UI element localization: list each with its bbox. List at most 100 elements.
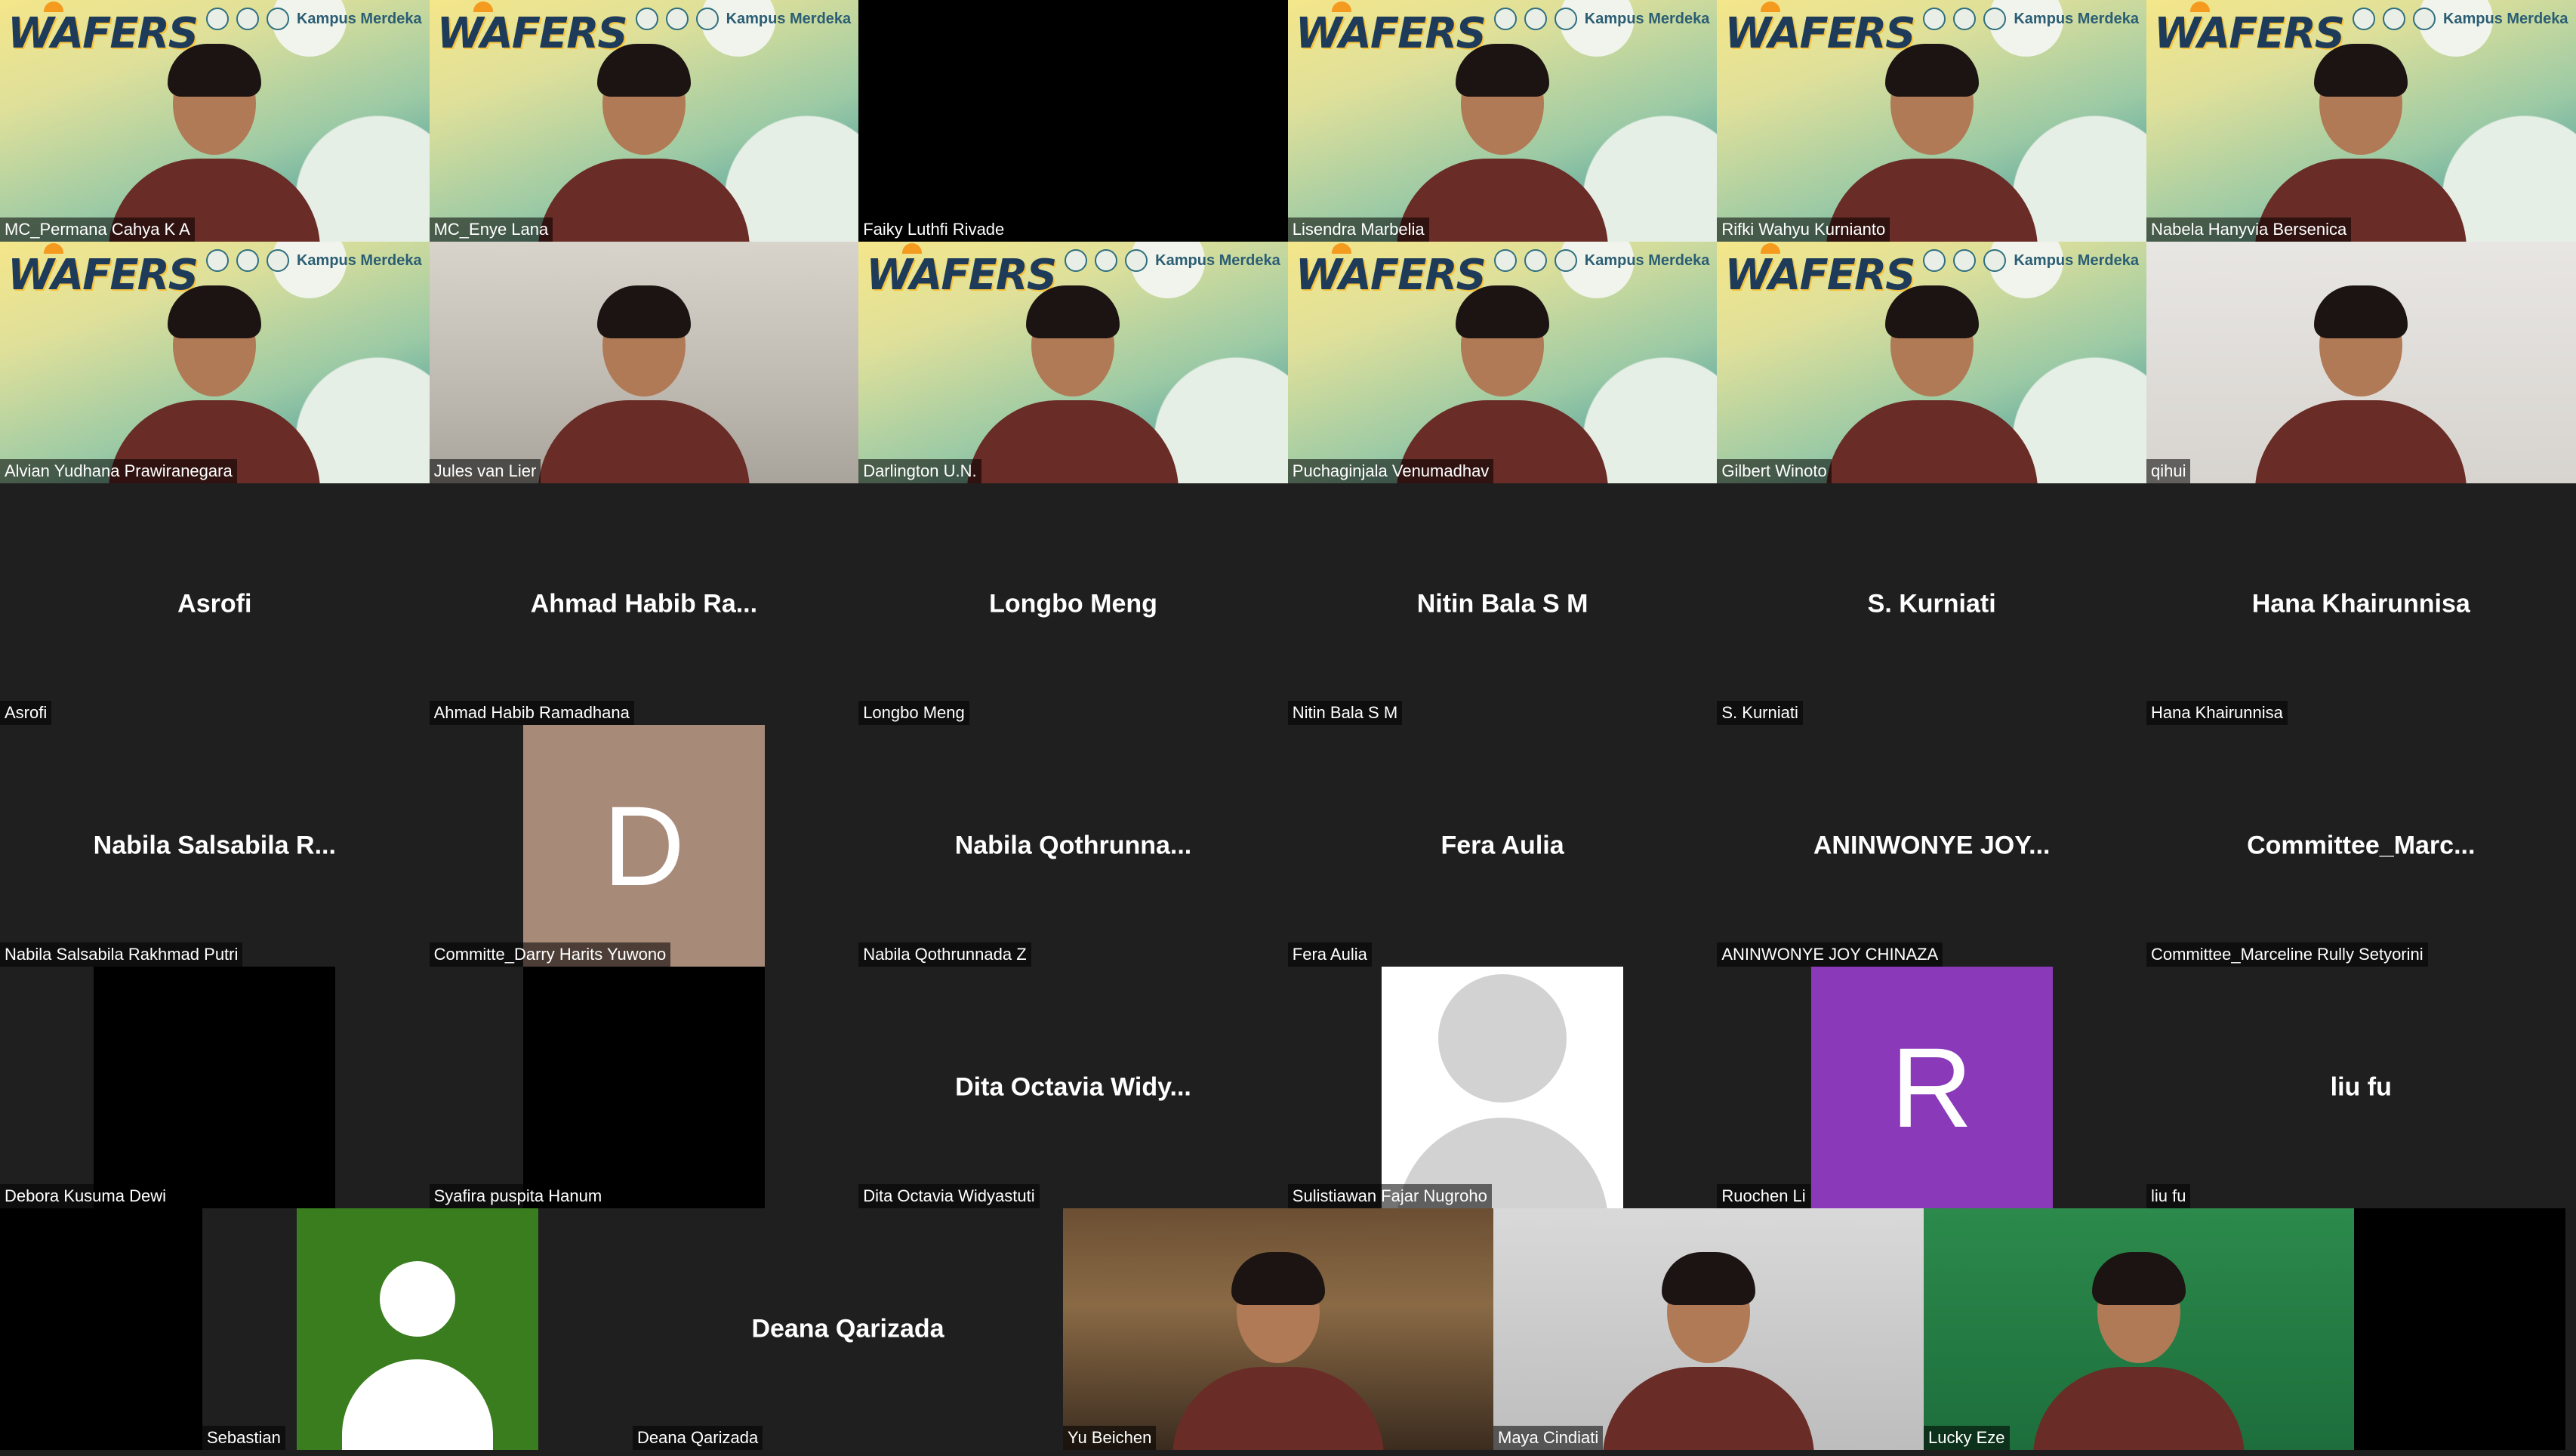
participant-row: WAFERS Kampus Merdeka MC_Permana Cahya K A… [0,0,2576,242]
avatar-head [380,1261,455,1337]
participant-video [101,30,328,242]
participant-name-label: Nitin Bala S M [1287,701,1403,725]
display-name: Deana Qarizada [751,1314,944,1343]
participant-tile[interactable]: ANINWONYE JOY... ANINWONYE JOY CHINAZA [1717,725,2146,967]
participant-tile[interactable]: Debora Kusuma Dewi [0,967,430,1208]
participant-tile[interactable]: Hana Khairunnisa Hana Khairunnisa [2146,483,2576,725]
participant-tile[interactable]: Longbo Meng Longbo Meng [858,483,1288,725]
participant-name-label: qihui [2146,459,2191,483]
participant-name-label: Longbo Meng [858,701,969,725]
participant-tile[interactable]: Nabila Salsabila R... Nabila Salsabila Ra… [0,725,430,967]
participant-tile[interactable]: Nitin Bala S M Nitin Bala S M [1287,483,1718,725]
sponsor-strip: Kampus Merdeka [1923,8,2139,30]
sponsor-logo-icon [266,249,289,272]
participant-tile[interactable]: D Committe_Darry Harits Yuwono [429,725,859,967]
participant-name-label: Debora Kusuma Dewi [0,1184,171,1208]
participant-name-label: Committe_Darry Harits Yuwono [429,942,671,967]
participant-tile[interactable]: qihui [2146,242,2576,483]
person-hair [2314,44,2408,97]
participant-tile[interactable]: Faiky Luthfi Rivade [858,0,1288,242]
participant-name-label: Alvian Yudhana Prawiranegara [0,459,237,483]
participant-tile[interactable]: Syafira puspita Hanum [429,967,859,1208]
sponsor-logo-icon [205,249,229,272]
sponsor-logo-icon [1065,249,1088,272]
participant-name-label: Ruochen Li [1717,1184,1810,1208]
participant-name-label: Syafira puspita Hanum [429,1184,607,1208]
sponsor-strip: Kampus Merdeka [2352,8,2568,30]
participant-tile[interactable]: Dita Octavia Widy... Dita Octavia Widyast… [858,967,1288,1208]
participant-name-label: Sebastian [202,1426,285,1450]
sponsor-logo-icon [1493,8,1517,30]
participant-name-label: Puchaginjala Venumadhav [1287,459,1494,483]
sponsor-logo-icon [1923,249,1946,272]
participant-video [1819,30,2045,242]
participant-name-label: Rifki Wahyu Kurnianto [1717,217,1890,242]
participant-tile[interactable]: Sulistiawan Fajar Nugroho [1287,967,1718,1208]
participant-tile[interactable]: WAFERS Kampus Merdeka Darlington U.N. [858,242,1288,483]
sponsor-logo-icon [665,8,689,30]
participant-tile[interactable]: WAFERS Kampus Merdeka Nabela Hanyvia Berse… [2146,0,2576,242]
participant-tile[interactable]: WAFERS Kampus Merdeka Rifki Wahyu Kurniant… [1717,0,2146,242]
participant-tile[interactable]: Ahmad Habib Ra... Ahmad Habib Ramadhana [429,483,859,725]
sponsor-strip: Kampus Merdeka [1493,8,1710,30]
display-name: Hana Khairunnisa [2251,589,2470,618]
participant-tile[interactable]: liu fu liu fu [2146,967,2576,1208]
participant-tile[interactable]: Lucky Eze [1924,1208,2354,1450]
sponsor-logo-icon [1554,249,1577,272]
person-body [967,400,1179,483]
sponsor-text: Kampus Merdeka [1584,10,1710,27]
sponsor-strip: Kampus Merdeka [205,249,422,272]
sponsor-text: Kampus Merdeka [2014,251,2139,269]
participant-tile[interactable]: Fera Aulia Fera Aulia [1287,725,1718,967]
participant-row: Sebastian Deana Qarizada Deana Qarizada Yu … [0,1208,2576,1450]
participant-tile[interactable]: WAFERS Kampus Merdeka MC_Permana Cahya K A [0,0,430,242]
participant-video [531,272,757,483]
participant-tile[interactable]: Nabila Qothrunna... Nabila Qothrunnada Z [858,725,1288,967]
participant-tile[interactable]: Jules van Lier [429,242,859,483]
person-hair [1884,44,1979,97]
person-hair [596,44,691,97]
person-body [1603,1367,1814,1450]
participant-name-label: Dita Octavia Widyastuti [858,1184,1040,1208]
participant-name-label: liu fu [2146,1184,2191,1208]
sponsor-logo-icon [1125,249,1148,272]
participant-name-label: Committee_Marceline Rully Setyorini [2146,942,2428,967]
display-name: Longbo Meng [989,589,1157,618]
display-name: Nabila Qothrunna... [954,831,1192,860]
sponsor-text: Kampus Merdeka [2014,10,2139,27]
display-name: Committee_Marc... [2247,831,2476,860]
sponsor-text: Kampus Merdeka [296,10,422,27]
participant-tile[interactable] [0,1208,202,1450]
avatar-initial: D [522,725,765,967]
participant-name-label: Jules van Lier [429,459,541,483]
sponsor-logo-icon [695,8,719,30]
participant-tile[interactable]: WAFERS Kampus Merdeka Alvian Yudhana Prawi… [0,242,430,483]
participant-tile[interactable]: Sebastian [202,1208,633,1450]
participant-tile[interactable]: WAFERS Kampus Merdeka Puchaginjala Venumad… [1287,242,1718,483]
participant-tile[interactable]: R Ruochen Li [1717,967,2146,1208]
participant-tile[interactable]: WAFERS Kampus Merdeka Lisendra Marbelia [1287,0,1718,242]
participant-tile[interactable]: Asrofi Asrofi [0,483,430,725]
display-name: ANINWONYE JOY... [1813,831,2051,860]
participant-tile[interactable]: S. Kurniati S. Kurniati [1717,483,2146,725]
participant-video [1595,1239,1822,1450]
participant-tile[interactable]: Deana Qarizada Deana Qarizada [633,1208,1063,1450]
sponsor-logo-icon [1953,249,1977,272]
participant-tile[interactable]: Maya Cindiati [1493,1208,1924,1450]
video-off-block [522,967,765,1208]
participant-tile[interactable]: Yu Beichen [1063,1208,1493,1450]
participant-tile[interactable]: WAFERS Kampus Merdeka MC_Enye Lana [429,0,859,242]
participant-video [960,272,1186,483]
participant-tile[interactable]: Committee_Marc... Committee_Marceline Rul… [2146,725,2576,967]
participant-name-label: Asrofi [0,701,52,725]
sponsor-strip: Kampus Merdeka [1065,249,1280,272]
sponsor-text: Kampus Merdeka [2442,10,2568,27]
participant-row: WAFERS Kampus Merdeka Alvian Yudhana Prawi… [0,242,2576,483]
participant-tile[interactable] [2354,1208,2565,1450]
default-avatar-icon [297,1208,538,1450]
sponsor-text: Kampus Merdeka [296,251,422,269]
participant-name-label: Lisendra Marbelia [1287,217,1429,242]
person-hair [2092,1252,2186,1305]
participant-tile[interactable]: WAFERS Kampus Merdeka Gilbert Winoto [1717,242,2146,483]
person-hair [2314,285,2408,338]
